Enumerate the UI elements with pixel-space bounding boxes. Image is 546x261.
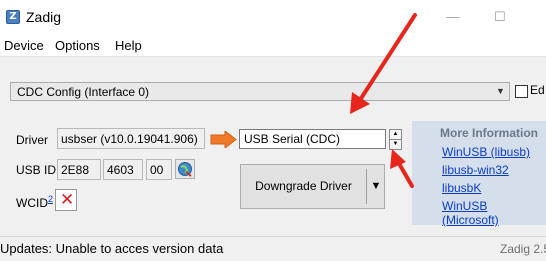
zadig-app-icon: Z: [6, 10, 20, 24]
link-libusbk[interactable]: libusbK: [442, 181, 481, 195]
arrow-right-icon: [210, 131, 237, 148]
menu-help[interactable]: Help: [115, 38, 142, 53]
minimize-button[interactable]: —: [446, 10, 460, 24]
chevron-down-icon: ▼: [496, 86, 505, 96]
usb-mi-field: 00: [146, 159, 172, 180]
menu-bar: Device Options Help: [0, 36, 546, 56]
device-select[interactable]: CDC Config (Interface 0) ▼: [10, 82, 510, 101]
usb-vid-field: 2E88: [57, 159, 101, 180]
wcid-label: WCID2: [16, 194, 54, 210]
link-winusb-microsoft[interactable]: WinUSB (Microsoft): [442, 199, 546, 227]
driver-label: Driver: [16, 133, 48, 147]
target-driver-field[interactable]: USB Serial (CDC): [239, 129, 386, 149]
globe-icon: [178, 162, 192, 177]
status-bar: Updates: Unable to acces version data Za…: [0, 236, 546, 261]
menu-options[interactable]: Options: [55, 38, 100, 53]
edit-checkbox[interactable]: [515, 85, 528, 98]
more-information-panel: More Information WinUSB (libusb) libusb-…: [412, 121, 546, 227]
link-winusb-libusb[interactable]: WinUSB (libusb): [442, 145, 530, 159]
menu-device[interactable]: Device: [4, 38, 44, 53]
version-label: Zadig 2.5.7: [500, 242, 546, 256]
status-text: Updates: Unable to acces version data: [0, 241, 224, 256]
maximize-button[interactable]: ☐: [493, 10, 507, 24]
online-lookup-button[interactable]: [175, 159, 195, 179]
downgrade-driver-button[interactable]: Downgrade Driver ▼: [240, 164, 385, 209]
wcid-status: ✕: [55, 189, 77, 211]
window-title: Zadig: [26, 9, 62, 25]
link-libusb-win32[interactable]: libusb-win32: [442, 163, 509, 177]
device-select-value: CDC Config (Interface 0): [17, 85, 150, 99]
driver-down-button[interactable]: ▼: [389, 139, 402, 150]
main-panel: CDC Config (Interface 0) ▼ Ed Driver usb…: [0, 56, 546, 261]
wcid-help-link[interactable]: 2: [48, 194, 53, 204]
current-driver-field: usbser (v10.0.19041.906): [57, 128, 205, 149]
dropdown-arrow-icon[interactable]: ▼: [367, 165, 385, 208]
title-bar: Z Zadig — ☐: [0, 0, 546, 36]
more-information-heading: More Information: [440, 126, 538, 140]
red-x-icon: ✕: [60, 190, 75, 210]
usb-id-label: USB ID: [16, 163, 57, 177]
usb-pid-field: 4603: [103, 159, 143, 180]
downgrade-driver-label: Downgrade Driver: [255, 179, 352, 193]
edit-label: Ed: [530, 83, 545, 97]
